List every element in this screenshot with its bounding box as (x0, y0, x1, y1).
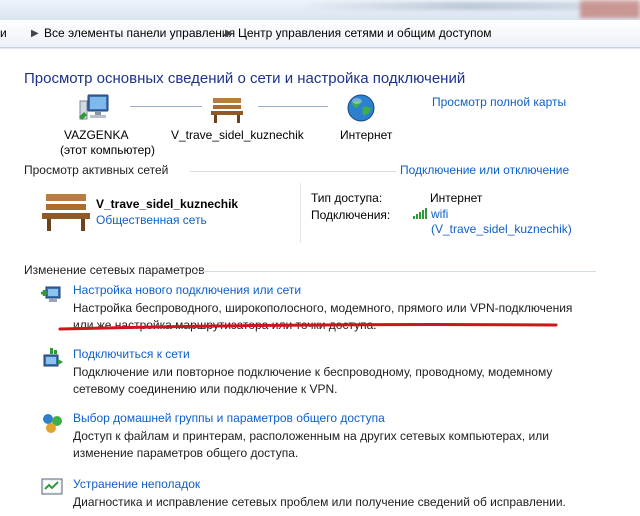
new-connection-icon (41, 286, 61, 302)
setup-new-connection-link[interactable]: Настройка нового подключения или сети (73, 283, 301, 297)
section-divider (190, 171, 396, 172)
computer-subtitle: (этот компьютер) (60, 143, 155, 157)
task-description-line: Подключение или повторное подключение к … (73, 365, 553, 379)
breadcrumb: и ▶ Все элементы панели управления ▶ Цен… (0, 20, 640, 48)
connect-disconnect-link[interactable]: Подключение или отключение (400, 163, 569, 177)
active-network-name: V_trave_sidel_kuznechik (96, 197, 239, 211)
task-description-line: Доступ к файлам и принтерам, расположенн… (73, 429, 549, 443)
breadcrumb-item-partial[interactable]: и (0, 20, 7, 47)
breadcrumb-item-network-center[interactable]: Центр управления сетями и общим доступом (238, 20, 492, 47)
wifi-signal-icon (413, 208, 427, 219)
breadcrumb-item-all-control-panel[interactable]: Все элементы панели управления (44, 20, 235, 47)
task-description: Доступ к файлам и принтерам, расположенн… (73, 428, 593, 462)
bench-network-icon (42, 194, 90, 231)
map-connection-line (130, 106, 202, 107)
page-title: Просмотр основных сведений о сети и наст… (24, 70, 466, 87)
task-description-line: изменение параметров общего доступа. (73, 446, 299, 460)
wifi-connection-link[interactable]: wifi (431, 207, 448, 221)
computer-name: VAZGENKA (64, 128, 129, 142)
change-settings-header: Изменение сетевых параметров (24, 263, 205, 277)
task-description-line: Настройка беспроводного, широкополосного… (73, 301, 573, 315)
full-map-link[interactable]: Просмотр полной карты (432, 95, 566, 109)
window-title-strip (0, 0, 640, 21)
computer-icon (79, 94, 109, 120)
map-connection-line (258, 106, 328, 107)
homegroup-icon (43, 414, 62, 433)
task-description: Диагностика и исправление сетевых пробле… (73, 494, 593, 511)
wifi-ssid-link[interactable]: (V_trave_sidel_kuznechik) (431, 222, 572, 236)
map-network-name: V_trave_sidel_kuznechik (171, 128, 304, 142)
active-networks-header: Просмотр активных сетей (24, 163, 169, 177)
globe-icon (347, 94, 375, 122)
connect-to-network-link[interactable]: Подключиться к сети (73, 347, 190, 361)
connections-label: Подключения: (311, 208, 391, 222)
troubleshoot-link[interactable]: Устранение неполадок (73, 477, 200, 491)
connect-network-icon (43, 348, 63, 367)
divider (0, 48, 640, 49)
task-description: Подключение или повторное подключение к … (73, 364, 593, 398)
task-description-line: Диагностика и исправление сетевых пробле… (73, 495, 566, 509)
bench-network-icon (211, 98, 243, 123)
red-underline-annotation (58, 323, 558, 331)
breadcrumb-chevron-icon[interactable]: ▶ (31, 20, 39, 47)
breadcrumb-chevron-icon[interactable]: ▶ (225, 20, 233, 47)
task-description-line: сетевому соединению или подключение к VP… (73, 382, 338, 396)
access-type-value: Интернет (430, 191, 483, 205)
troubleshoot-icon (41, 478, 63, 495)
homegroup-sharing-link[interactable]: Выбор домашней группы и параметров общег… (73, 411, 385, 425)
blurred-window-controls (580, 0, 640, 18)
access-type-label: Тип доступа: (311, 191, 383, 205)
network-type-link[interactable]: Общественная сеть (96, 213, 207, 227)
divider (300, 183, 301, 243)
map-internet-label: Интернет (340, 128, 393, 142)
section-divider (196, 271, 596, 272)
